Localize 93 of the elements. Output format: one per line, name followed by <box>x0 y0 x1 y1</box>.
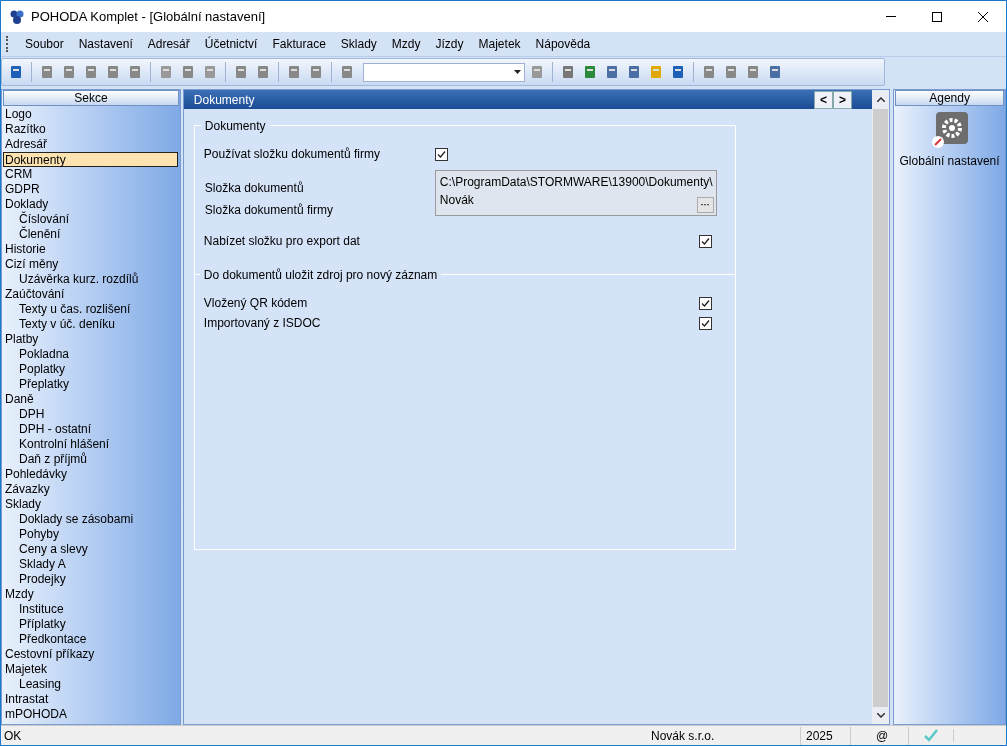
tree-item[interactable]: Doklady se zásobami <box>4 512 180 527</box>
status-company: Novák s.r.o. <box>613 726 801 745</box>
panel-title: Dokumenty <box>193 91 255 109</box>
status-message: OK <box>3 727 23 745</box>
toolbar-combobox[interactable] <box>363 62 525 82</box>
close-icon <box>978 11 988 22</box>
tree-item[interactable]: DPH <box>4 407 180 422</box>
check-icon <box>924 729 938 742</box>
browse-button[interactable]: ··· <box>696 197 714 213</box>
checkbox[interactable] <box>698 234 712 248</box>
tree-item[interactable]: Texty v úč. deníku <box>4 317 180 332</box>
menu-item[interactable]: Účetnictví <box>198 34 264 54</box>
menu-item[interactable]: Nápověda <box>529 34 597 54</box>
checkbox[interactable] <box>434 147 448 161</box>
folder-field[interactable]: C:\ProgramData\STORMWARE\13900\Dokumenty\ Novák ··· <box>434 170 717 216</box>
tree-item[interactable]: Členění <box>4 227 180 242</box>
menu-item[interactable]: Nastavení <box>72 34 139 54</box>
toolbar-separator <box>552 62 553 82</box>
maximize-icon <box>932 11 942 22</box>
tree-item[interactable]: GDPR <box>4 182 180 197</box>
toolbar-separator <box>278 62 279 82</box>
toolbar-separator <box>31 62 32 82</box>
gear-pencil-icon[interactable] <box>931 112 968 148</box>
menu-item[interactable]: Soubor <box>19 34 70 54</box>
toolbar-separator <box>150 62 151 82</box>
tree-item[interactable]: Ceny a slevy <box>4 542 180 557</box>
window-title: POHODA Komplet - [Globální nastavení] <box>31 7 266 26</box>
dropdown-caret-icon <box>514 70 521 74</box>
tree-item[interactable]: CRM <box>4 167 180 182</box>
field-label: Složka dokumentů <box>203 180 305 197</box>
next-button[interactable]: > <box>833 90 853 109</box>
menu-item[interactable]: Majetek <box>472 34 527 54</box>
field-label: Složka dokumentů firmy <box>203 202 334 219</box>
scroll-up-icon[interactable] <box>876 97 885 102</box>
menu-item[interactable]: Sklady <box>334 34 383 54</box>
tree-item[interactable]: Razítko <box>4 122 180 137</box>
panel-header: Agendy <box>895 90 1004 106</box>
tree-item[interactable]: Předkontace <box>4 632 180 647</box>
tree-item[interactable]: Přeplatky <box>4 377 180 392</box>
tree-item[interactable]: Poplatky <box>4 362 180 377</box>
tree-item[interactable]: Uzávěrka kurz. rozdílů <box>4 272 180 287</box>
tree-item[interactable]: Cestovní příkazy <box>4 647 180 662</box>
tree-item[interactable]: DPH - ostatní <box>4 422 180 437</box>
checkbox[interactable] <box>698 316 712 330</box>
scrollbar-thumb[interactable] <box>873 109 889 707</box>
tree-item[interactable]: mPOHODA <box>4 707 180 722</box>
tree-item[interactable]: Daně <box>4 392 180 407</box>
checkbox-label: Používat složku dokumentů firmy <box>203 146 381 163</box>
status-year: 2025 <box>801 726 851 745</box>
tree-item[interactable]: Zaúčtování <box>4 287 180 302</box>
toolbar-separator <box>693 62 694 82</box>
tree-item[interactable]: Instituce <box>4 602 180 617</box>
tree-item[interactable]: Daň z příjmů <box>4 452 180 467</box>
toolbar-separator <box>225 62 226 82</box>
tree-item[interactable]: Sklady A <box>4 557 180 572</box>
panel-header: Sekce <box>3 90 179 106</box>
menu-item[interactable]: Mzdy <box>385 34 427 54</box>
tree-item[interactable]: Leasing <box>4 677 180 692</box>
checkbox-label: Nabízet složku pro export dat <box>203 233 361 250</box>
tree-item[interactable]: Číslování <box>4 212 180 227</box>
tree-item[interactable]: Logo <box>4 107 180 122</box>
tree-item[interactable]: Majetek <box>4 662 180 677</box>
checkbox-label: Importovaný z ISDOC <box>203 315 322 332</box>
tree-item[interactable]: Pohledávky <box>4 467 180 482</box>
tree-item[interactable]: Texty u čas. rozlišení <box>4 302 180 317</box>
checkbox[interactable] <box>698 296 712 310</box>
app-logo-icon <box>9 8 25 25</box>
tree-item[interactable]: Sklady <box>4 497 180 512</box>
tree-item[interactable]: Historie <box>4 242 180 257</box>
menu-item[interactable]: Adresář <box>141 34 196 54</box>
tree-item[interactable]: Závazky <box>4 482 180 497</box>
tree-item[interactable]: Kontrolní hlášení <box>4 437 180 452</box>
tree-item[interactable]: Doklady <box>4 197 180 212</box>
tree-item[interactable]: Cizí měny <box>4 257 180 272</box>
tree-item[interactable]: Platby <box>4 332 180 347</box>
tree-item[interactable]: Pohyby <box>4 527 180 542</box>
scroll-down-icon[interactable] <box>876 713 885 718</box>
previous-button[interactable]: < <box>814 90 834 109</box>
status-at: @ <box>851 726 909 745</box>
menu-item[interactable]: Fakturace <box>266 34 332 54</box>
agenda-label[interactable]: Globální nastavení <box>899 152 1000 170</box>
tree-item[interactable]: Mzdy <box>4 587 180 602</box>
tree-item[interactable]: Prodejky <box>4 572 180 587</box>
tree-item[interactable]: Příplatky <box>4 617 180 632</box>
tree-item[interactable]: Intrastat <box>4 692 180 707</box>
menu-item[interactable]: Jízdy <box>429 34 470 54</box>
minimize-icon <box>886 16 896 17</box>
tree-item[interactable]: Pokladna <box>4 347 180 362</box>
group-title: Do dokumentů uložit zdroj pro nový záznam <box>199 266 442 284</box>
tree-item[interactable]: Adresář <box>4 137 180 152</box>
toolbar-separator <box>331 62 332 82</box>
tree-item[interactable]: Dokumenty <box>3 152 178 167</box>
checkbox-label: Vložený QR kódem <box>203 295 309 312</box>
